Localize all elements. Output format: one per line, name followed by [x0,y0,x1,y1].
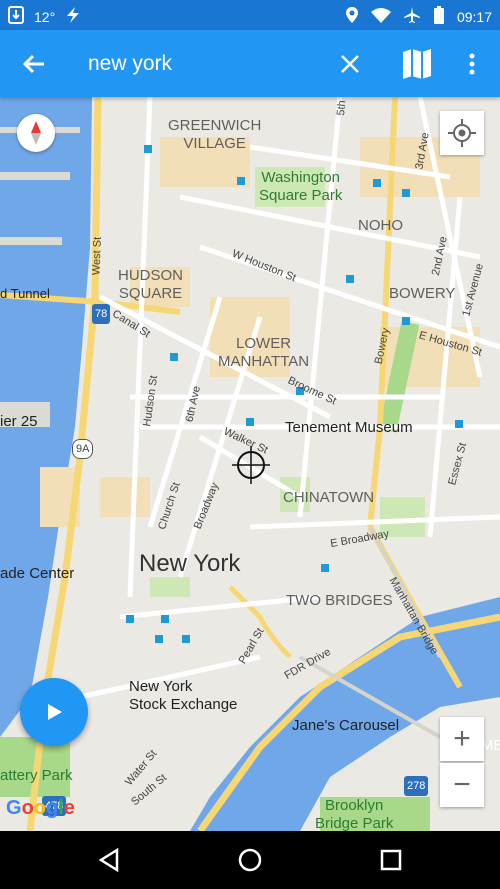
download-icon [8,6,24,27]
play-button[interactable] [20,678,88,746]
label-bowery: BOWERY [389,285,456,302]
route-shield-9a: 9A [72,439,94,459]
wifi-icon [370,7,391,26]
map-view[interactable]: GREENWICH VILLAGE Washington Square Park… [0,97,500,831]
label-pier-25: ier 25 [0,413,38,430]
compass-icon[interactable] [17,114,55,152]
label-battery-park: attery Park [0,767,73,784]
label-holland-tunnel: d Tunnel [0,286,50,301]
recents-nav-icon[interactable] [376,845,406,875]
label-janes-carousel: Jane's Carousel [292,717,400,734]
search-query-text[interactable]: new york [88,52,172,76]
back-arrow-icon[interactable] [18,48,50,80]
label-trade-center: ade Center [0,565,75,582]
clear-icon[interactable] [336,50,364,78]
map-icon[interactable] [400,48,434,80]
route-shield-278: 278 [404,776,429,796]
label-lower-manhattan: LOWER MANHATTAN [218,335,310,370]
status-bar: 12° 09:17 [0,0,500,30]
system-nav-bar [0,831,500,889]
label-greenwich-village: GREENWICH VILLAGE [168,117,262,152]
label-washington-square-park: Washington Square Park [259,169,343,204]
street-west: West St [90,236,104,276]
my-location-icon[interactable] [440,111,484,155]
airplane-icon [403,6,421,27]
crosshair-icon [232,446,270,484]
label-brooklyn-bridge-park: Brooklyn Bridge Park [315,797,394,831]
back-nav-icon[interactable] [95,845,125,875]
zoom-out-button[interactable]: − [440,763,484,807]
search-app-bar: new york [0,30,500,97]
label-new-york: New York [139,550,241,577]
route-shield-78: 78 [92,304,111,324]
zoom-in-button[interactable]: + [440,717,484,761]
label-tenement-museum: Tenement Museum [285,419,413,436]
flash-icon [65,6,81,27]
label-two-bridges: TWO BRIDGES [286,592,393,609]
clock: 09:17 [456,8,492,25]
play-icon [48,704,62,720]
label-noho: NOHO [358,217,403,234]
more-vert-icon[interactable] [462,48,482,80]
battery-icon [433,6,445,27]
street-5th: 5th [335,99,349,117]
temperature: 12° [34,8,56,25]
location-icon [345,6,359,27]
home-nav-icon[interactable] [235,845,265,875]
label-chinatown: CHINATOWN [283,489,375,506]
label-hudson-square: HUDSON SQUARE [118,267,184,302]
google-logo: Google [6,797,75,819]
label-nyse: New York Stock Exchange [129,678,238,713]
